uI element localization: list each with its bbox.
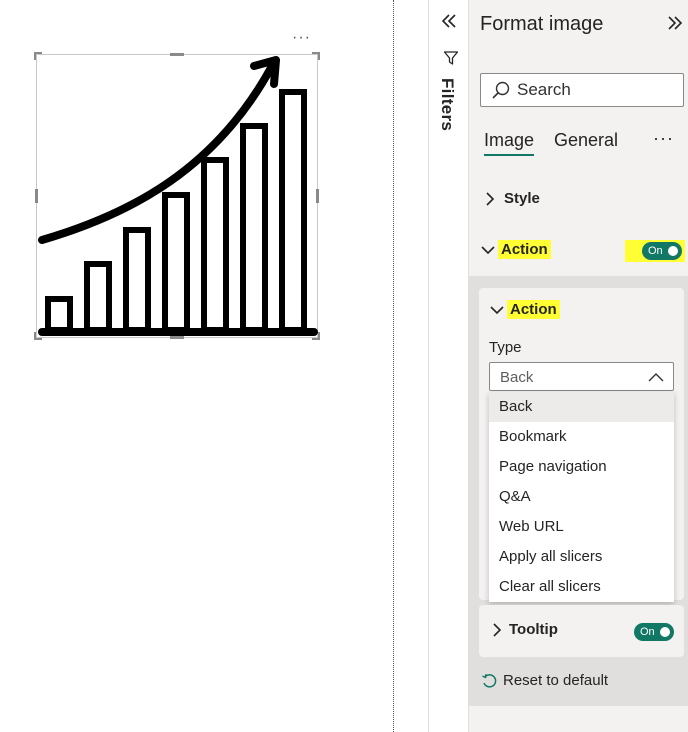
funnel-icon[interactable] — [443, 50, 459, 71]
growth-bar-6 — [240, 123, 268, 333]
image-visual[interactable] — [34, 52, 320, 340]
style-section-label: Style — [504, 190, 540, 207]
reset-to-default-label: Reset to default — [503, 672, 609, 689]
chevron-up-icon — [648, 373, 664, 382]
tooltip-toggle[interactable]: On — [634, 623, 674, 641]
tab-image[interactable]: Image — [484, 130, 534, 151]
resize-handle-bottom-left[interactable] — [34, 332, 42, 340]
search-box[interactable] — [480, 73, 684, 107]
action-section-label: Action — [498, 240, 551, 259]
resize-handle-right[interactable] — [316, 189, 319, 203]
chevron-right-icon — [493, 622, 502, 637]
tooltip-toggle-label: On — [640, 626, 655, 638]
type-select-value: Back — [500, 369, 534, 386]
search-input[interactable] — [517, 80, 677, 100]
type-label: Type — [489, 339, 522, 356]
filters-pane-label[interactable]: Filters — [437, 78, 457, 131]
toggle-knob — [660, 627, 670, 637]
pane-footer — [469, 706, 688, 732]
dropdown-option-page-navigation[interactable]: Page navigation — [489, 452, 674, 482]
visual-more-options-icon[interactable]: ··· — [292, 30, 311, 46]
growth-bar-7 — [279, 89, 307, 333]
type-dropdown-list: Back Bookmark Page navigation Q&A Web UR… — [489, 392, 674, 602]
type-select[interactable]: Back — [489, 362, 674, 391]
growth-bar-5 — [201, 157, 229, 333]
action-toggle-label: On — [648, 245, 663, 257]
format-pane-title: Format image — [480, 13, 604, 35]
resize-handle-top[interactable] — [170, 53, 184, 56]
action-toggle[interactable]: On — [642, 242, 682, 260]
double-chevron-left-icon[interactable] — [440, 12, 458, 35]
chevron-right-icon — [486, 191, 495, 206]
growth-bar-1 — [45, 296, 73, 333]
filters-pane: Filters — [428, 0, 469, 732]
style-section-header[interactable]: Style — [482, 190, 540, 207]
dropdown-option-clear-all-slicers[interactable]: Clear all slicers — [489, 572, 674, 602]
double-chevron-right-icon[interactable] — [666, 14, 684, 37]
tab-general[interactable]: General — [554, 130, 618, 151]
growth-bar-2 — [84, 261, 112, 333]
dropdown-option-back[interactable]: Back — [489, 392, 674, 422]
resize-handle-top-right[interactable] — [312, 52, 320, 60]
chevron-down-icon — [481, 245, 495, 254]
dropdown-option-web-url[interactable]: Web URL — [489, 512, 674, 542]
inner-action-label: Action — [507, 300, 560, 319]
reset-to-default-button[interactable]: Reset to default — [481, 672, 608, 689]
resize-handle-top-left[interactable] — [34, 52, 42, 60]
resize-handle-left[interactable] — [35, 189, 38, 203]
inner-action-header[interactable]: Action — [489, 300, 560, 319]
format-pane: Format image Image General ··· Style Act… — [469, 0, 688, 732]
growth-bar-4 — [162, 192, 190, 333]
tooltip-section-label: Tooltip — [509, 621, 558, 638]
toggle-knob — [668, 246, 678, 256]
growth-chart-icon — [38, 56, 318, 336]
growth-arrow-curve — [38, 62, 276, 244]
active-tab-indicator — [484, 154, 534, 156]
dropdown-option-qa[interactable]: Q&A — [489, 482, 674, 512]
resize-handle-bottom-right[interactable] — [312, 332, 320, 340]
dropdown-option-apply-all-slicers[interactable]: Apply all slicers — [489, 542, 674, 572]
report-canvas[interactable]: ··· — [0, 0, 394, 732]
chevron-down-icon — [490, 305, 504, 314]
resize-handle-bottom[interactable] — [170, 336, 184, 339]
search-icon — [492, 81, 510, 99]
dropdown-option-bookmark[interactable]: Bookmark — [489, 422, 674, 452]
tooltip-section-header[interactable]: Tooltip — [489, 621, 558, 638]
action-section-header[interactable]: Action — [480, 240, 551, 259]
canvas-boundary — [393, 0, 394, 732]
undo-icon — [482, 673, 497, 688]
more-options-icon[interactable]: ··· — [653, 128, 674, 149]
growth-bar-3 — [123, 227, 151, 333]
